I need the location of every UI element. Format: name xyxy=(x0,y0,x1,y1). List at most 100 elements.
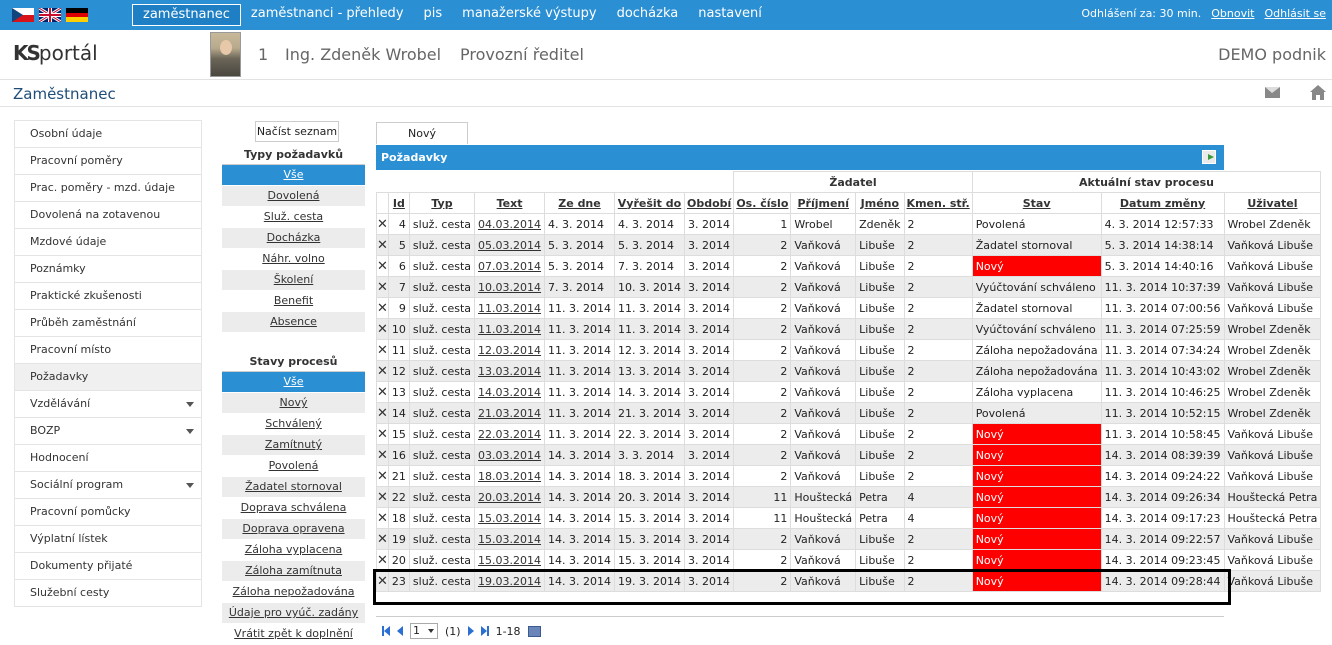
column-header-9[interactable]: Kmen. stř. xyxy=(903,192,973,214)
cell-text[interactable]: 15.03.2014 xyxy=(474,549,546,571)
table-row[interactable]: ✕ 10 služ. cesta 11.03.2014 11. 3. 2014 11. 3… xyxy=(376,318,1322,340)
table-row[interactable]: ✕ 9 služ. cesta 11.03.2014 11. 3. 2014 11. 3.… xyxy=(376,297,1322,319)
english-flag-icon[interactable] xyxy=(39,8,61,22)
filter-types-4[interactable]: Náhr. volno xyxy=(222,249,365,270)
table-row[interactable]: ✕ 4 služ. cesta 04.03.2014 4. 3. 2014 4. 3. 2… xyxy=(376,213,1322,235)
menu-item-9[interactable]: Požadavky xyxy=(14,364,202,391)
load-list-button[interactable]: Načíst seznam xyxy=(255,121,339,142)
menu-item-5[interactable]: Poznámky xyxy=(14,256,202,283)
export-icon[interactable] xyxy=(1202,150,1216,164)
table-row[interactable]: ✕ 22 služ. cesta 20.03.2014 14. 3. 2014 20. 3… xyxy=(376,486,1322,508)
filter-types-2[interactable]: Služ. cesta xyxy=(222,207,365,228)
filter-states-8[interactable]: Záloha vyplacena xyxy=(222,540,365,561)
menu-item-2[interactable]: Prac. poměry - mzd. údaje xyxy=(14,175,202,202)
cell-text[interactable]: 10.03.2014 xyxy=(474,276,546,298)
nav-item-2[interactable]: pis xyxy=(414,4,453,26)
menu-item-8[interactable]: Pracovní místo xyxy=(14,337,202,364)
column-header-5[interactable]: Období xyxy=(683,192,735,214)
filter-states-9[interactable]: Záloha zamítnuta xyxy=(222,561,365,582)
filter-types-1[interactable]: Dovolená xyxy=(222,186,365,207)
table-row[interactable]: ✕ 16 služ. cesta 03.03.2014 14. 3. 2014 3. 3.… xyxy=(376,444,1322,466)
mail-icon[interactable] xyxy=(1265,87,1280,98)
column-header-0[interactable]: Id xyxy=(387,192,410,214)
nav-item-3[interactable]: manažerské výstupy xyxy=(452,4,606,26)
delete-icon[interactable]: ✕ xyxy=(376,444,389,466)
delete-icon[interactable]: ✕ xyxy=(376,465,389,487)
new-request-tab[interactable]: Nový požadavek xyxy=(376,122,468,161)
filter-states-11[interactable]: Údaje pro vyúč. zadány xyxy=(222,603,365,624)
delete-icon[interactable]: ✕ xyxy=(376,528,389,550)
logout-link[interactable]: Odhlásit se xyxy=(1264,7,1326,20)
table-row[interactable]: ✕ 6 služ. cesta 07.03.2014 5. 3. 2014 7. 3. 2… xyxy=(376,255,1322,277)
column-header-2[interactable]: Text xyxy=(474,192,546,214)
filter-states-5[interactable]: Žadatel stornoval xyxy=(222,477,365,498)
table-row[interactable]: ✕ 5 služ. cesta 05.03.2014 5. 3. 2014 5. 3. 2… xyxy=(376,234,1322,256)
delete-icon[interactable]: ✕ xyxy=(376,276,389,298)
cell-text[interactable]: 19.03.2014 xyxy=(474,570,546,592)
delete-icon[interactable]: ✕ xyxy=(376,213,389,235)
nav-item-5[interactable]: nastavení xyxy=(688,4,772,26)
page-select[interactable]: 1 xyxy=(410,623,438,639)
table-row[interactable]: ✕ 15 služ. cesta 22.03.2014 11. 3. 2014 22. 3… xyxy=(376,423,1322,445)
cell-text[interactable]: 20.03.2014 xyxy=(474,486,546,508)
table-row[interactable]: ✕ 20 služ. cesta 15.03.2014 14. 3. 2014 15. 3… xyxy=(376,549,1322,571)
column-header-12[interactable]: Uživatel xyxy=(1223,192,1322,214)
cell-text[interactable]: 07.03.2014 xyxy=(474,255,546,277)
filter-states-6[interactable]: Doprava schválena xyxy=(222,498,365,519)
menu-item-14[interactable]: Pracovní pomůcky xyxy=(14,499,202,526)
table-row[interactable]: ✕ 13 služ. cesta 14.03.2014 11. 3. 2014 14. 3… xyxy=(376,381,1322,403)
expand-arrow-icon[interactable] xyxy=(186,483,194,488)
filter-types-7[interactable]: Absence xyxy=(222,312,365,333)
delete-icon[interactable]: ✕ xyxy=(376,402,389,424)
column-header-4[interactable]: Vyřešit do xyxy=(614,192,685,214)
cell-text[interactable]: 22.03.2014 xyxy=(474,423,546,445)
expand-arrow-icon[interactable] xyxy=(186,429,194,434)
column-header-1[interactable]: Typ xyxy=(408,192,476,214)
nav-item-1[interactable]: zaměstnanci - přehledy xyxy=(241,4,414,26)
nav-item-0[interactable]: zaměstnanec xyxy=(132,4,241,26)
renew-link[interactable]: Obnovit xyxy=(1211,7,1254,20)
filter-states-1[interactable]: Nový xyxy=(222,393,365,414)
delete-icon[interactable]: ✕ xyxy=(376,234,389,256)
table-row[interactable]: ✕ 12 služ. cesta 13.03.2014 11. 3. 2014 13. 3… xyxy=(376,360,1322,382)
delete-icon[interactable]: ✕ xyxy=(376,255,389,277)
column-header-3[interactable]: Ze dne xyxy=(544,192,616,214)
cell-text[interactable]: 18.03.2014 xyxy=(474,465,546,487)
filter-states-3[interactable]: Zamítnutý xyxy=(222,435,365,456)
menu-item-7[interactable]: Průběh zaměstnání xyxy=(14,310,202,337)
cell-text[interactable]: 04.03.2014 xyxy=(474,213,546,235)
filter-states-0[interactable]: Vše xyxy=(222,372,365,393)
column-header-7[interactable]: Příjmení xyxy=(790,192,857,214)
menu-item-1[interactable]: Pracovní poměry xyxy=(14,148,202,175)
table-row[interactable]: ✕ 18 služ. cesta 15.03.2014 14. 3. 2014 15. 3… xyxy=(376,507,1322,529)
table-row[interactable]: ✕ 21 služ. cesta 18.03.2014 14. 3. 2014 18. 3… xyxy=(376,465,1322,487)
delete-icon[interactable]: ✕ xyxy=(376,339,389,361)
delete-icon[interactable]: ✕ xyxy=(376,360,389,382)
cell-text[interactable]: 03.03.2014 xyxy=(474,444,546,466)
czech-flag-icon[interactable] xyxy=(12,8,34,22)
column-header-8[interactable]: Jméno xyxy=(855,192,905,214)
table-row[interactable]: ✕ 14 služ. cesta 21.03.2014 11. 3. 2014 21. 3… xyxy=(376,402,1322,424)
portal-logo[interactable]: KSportál xyxy=(13,41,98,65)
filter-states-12[interactable]: Vrátit zpět k doplnění xyxy=(222,624,365,645)
column-header-6[interactable]: Os. číslo xyxy=(733,192,792,214)
filter-types-0[interactable]: Vše xyxy=(222,165,365,186)
delete-icon[interactable]: ✕ xyxy=(376,507,389,529)
expand-arrow-icon[interactable] xyxy=(186,402,194,407)
menu-item-10[interactable]: Vzdělávání xyxy=(14,391,202,418)
filter-types-5[interactable]: Školení xyxy=(222,270,365,291)
cell-text[interactable]: 11.03.2014 xyxy=(474,318,546,340)
cell-text[interactable]: 15.03.2014 xyxy=(474,507,546,529)
menu-item-0[interactable]: Osobní údaje xyxy=(14,121,202,148)
cell-text[interactable]: 05.03.2014 xyxy=(474,234,546,256)
pager-export-icon[interactable] xyxy=(527,625,541,637)
cell-text[interactable]: 15.03.2014 xyxy=(474,528,546,550)
menu-item-3[interactable]: Dovolená na zotavenou xyxy=(14,202,202,229)
filter-states-10[interactable]: Záloha nepožadována xyxy=(222,582,365,603)
delete-icon[interactable]: ✕ xyxy=(376,486,389,508)
menu-item-11[interactable]: BOZP xyxy=(14,418,202,445)
prev-page-icon[interactable] xyxy=(397,626,403,636)
menu-item-4[interactable]: Mzdové údaje xyxy=(14,229,202,256)
table-row[interactable]: ✕ 19 služ. cesta 15.03.2014 14. 3. 2014 15. 3… xyxy=(376,528,1322,550)
home-icon[interactable] xyxy=(1310,85,1326,100)
